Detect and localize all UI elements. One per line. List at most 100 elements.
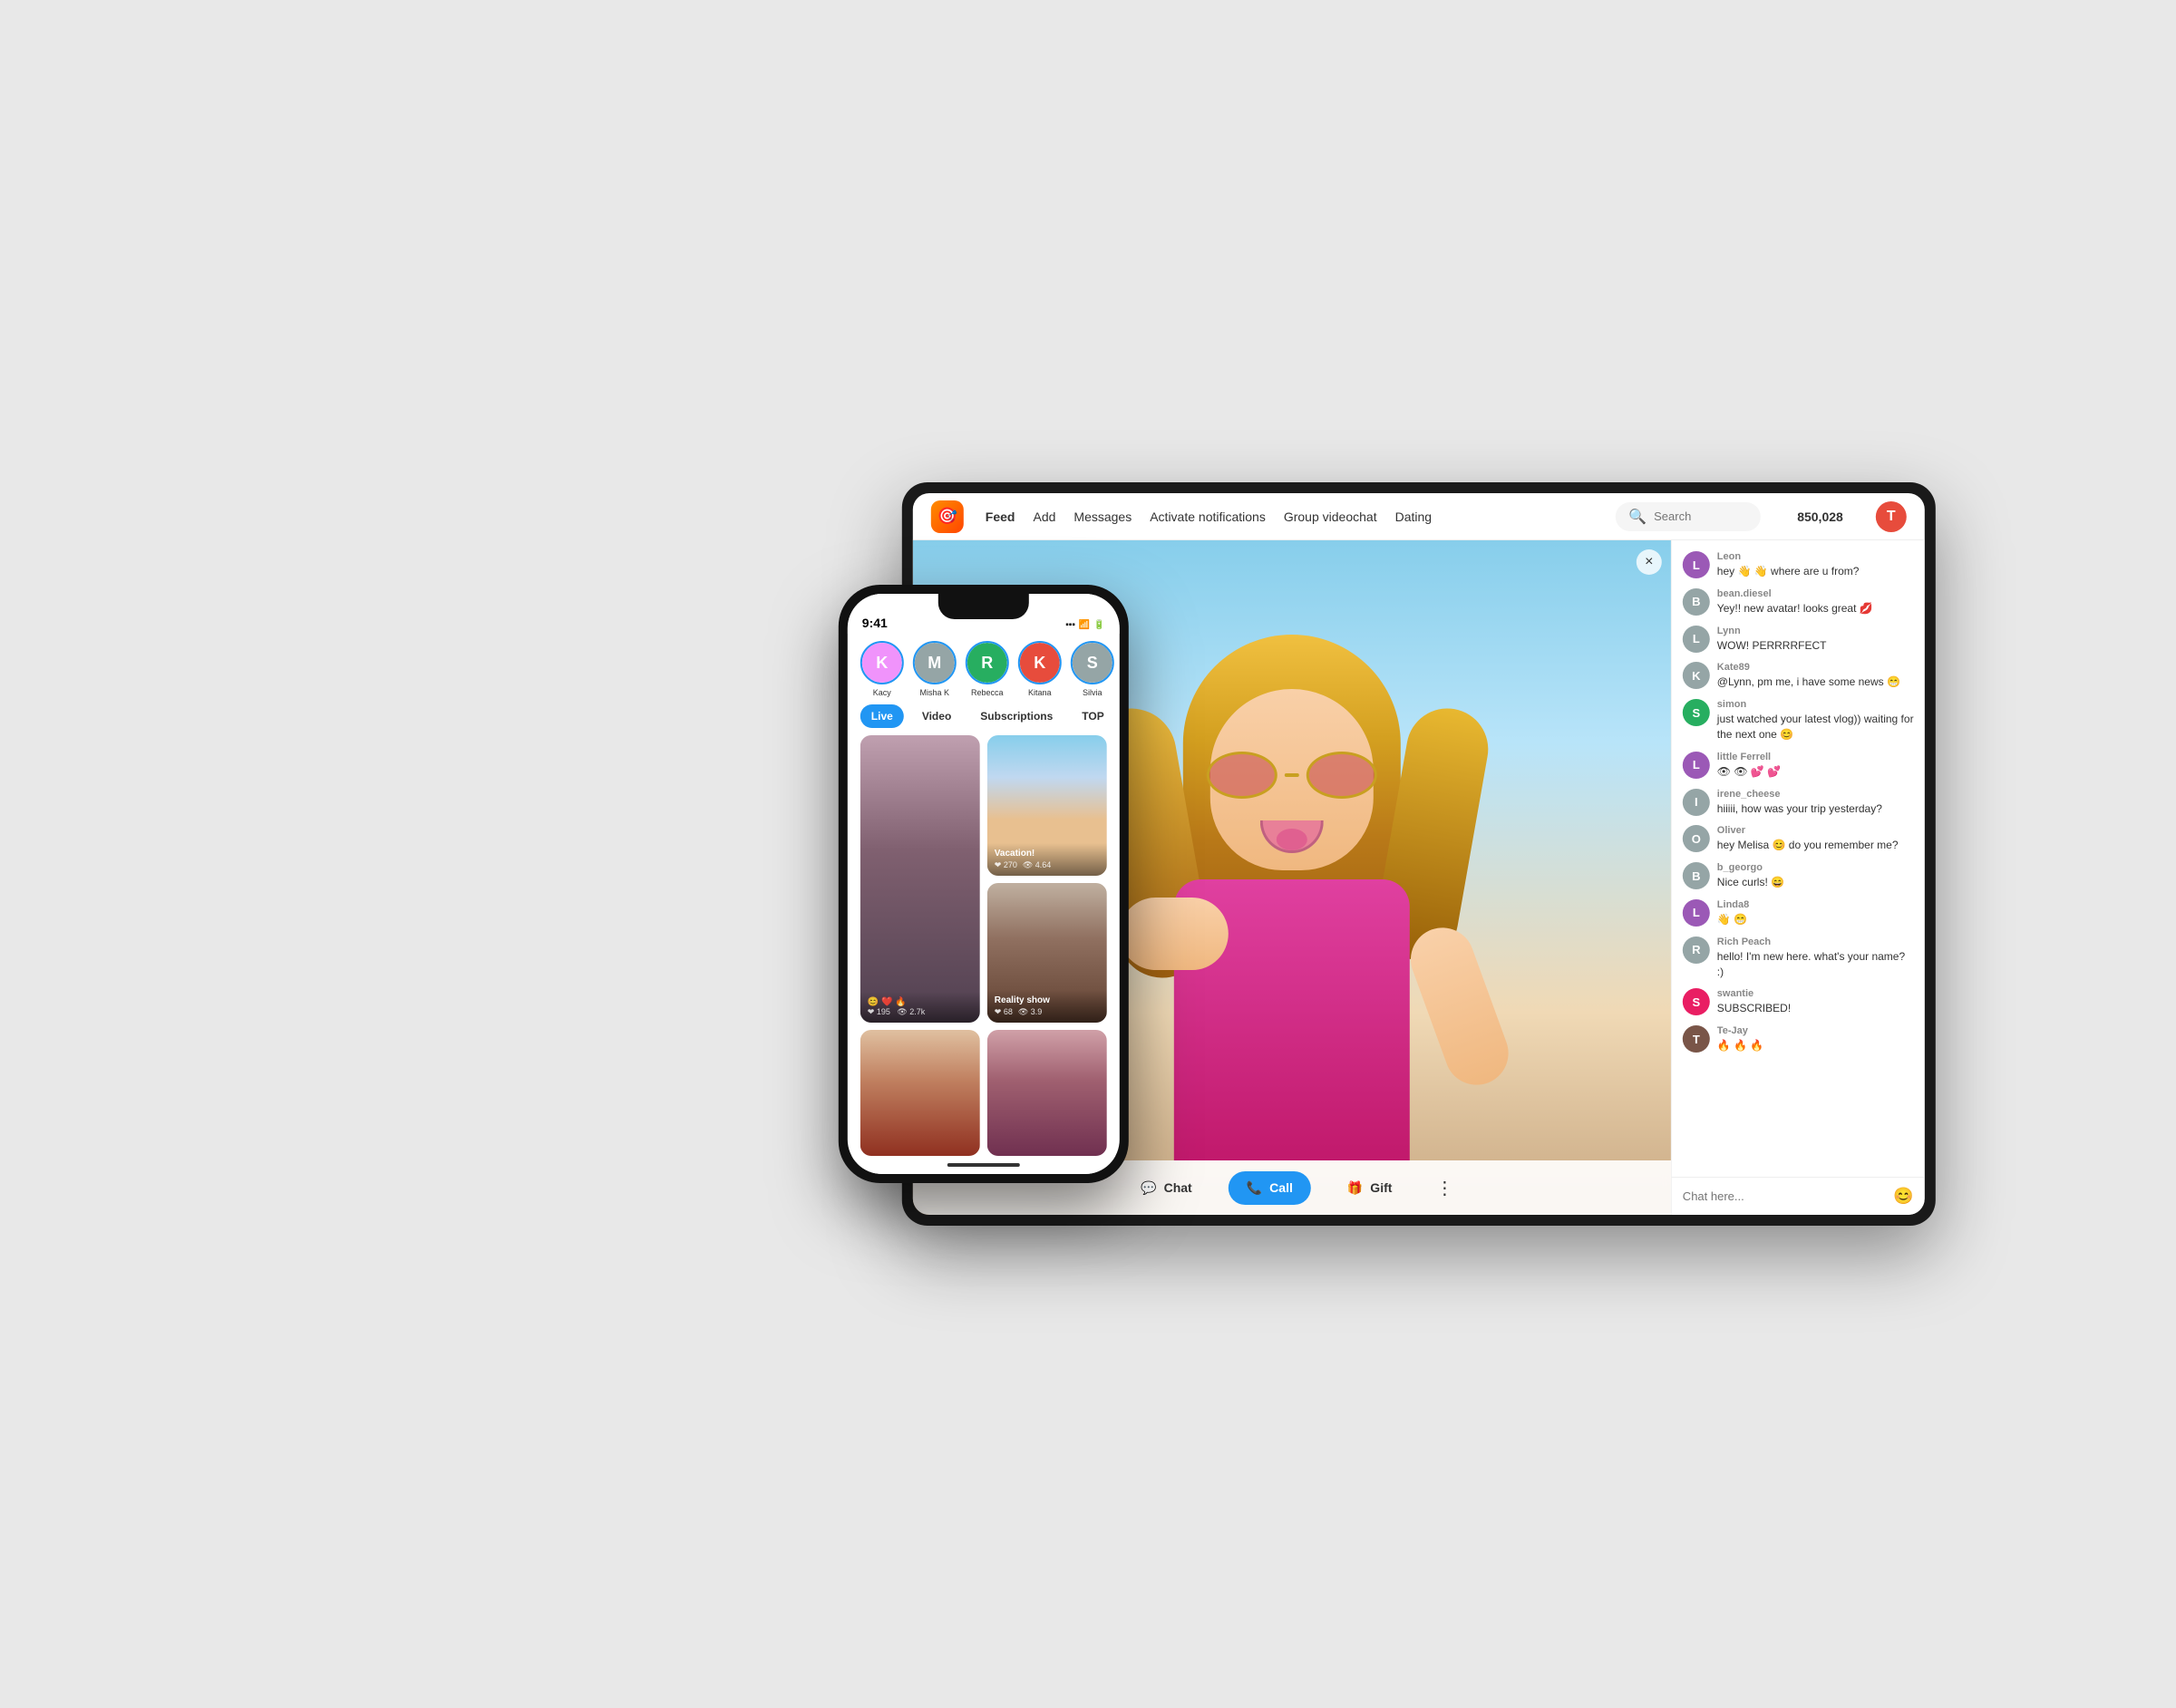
nav-group[interactable]: Group videochat	[1284, 509, 1377, 524]
message-body: Linda8 👋 😁	[1717, 899, 1914, 927]
story-avatar-inner: K	[1020, 643, 1060, 683]
message-username: Linda8	[1717, 899, 1914, 910]
message-username: Lynn	[1717, 626, 1914, 636]
story-avatar-inner: R	[967, 643, 1007, 683]
story-item-misha k[interactable]: MMisha K	[913, 641, 957, 697]
card-image-4	[860, 1030, 980, 1156]
video-person-figure	[1065, 635, 1519, 1160]
message-text: 🔥 🔥 🔥	[1717, 1038, 1914, 1053]
message-username: swantie	[1717, 988, 1914, 999]
message-username: little Ferrell	[1717, 752, 1914, 762]
chat-input[interactable]	[1683, 1189, 1887, 1203]
story-avatar-inner: S	[1073, 643, 1112, 683]
message-avatar: L	[1683, 899, 1710, 927]
story-item-kacy[interactable]: K Kacy	[860, 641, 904, 697]
gift-button[interactable]: 🎁 Gift	[1329, 1171, 1411, 1205]
chat-message-0: L Leonhey 👋 👋 where are u from?	[1683, 551, 1914, 579]
gift-icon: 🎁	[1347, 1180, 1363, 1196]
chat-message-3: KKate89@Lynn, pm me, i have some news 😁	[1683, 662, 1914, 690]
story-item-kitana[interactable]: K Kitana	[1018, 641, 1062, 697]
glass-right	[1307, 752, 1377, 799]
chat-messages: L Leonhey 👋 👋 where are u from?Bbean.dies…	[1672, 540, 1925, 1177]
card-reality-show-tall[interactable]: 😊 ❤️ 🔥 ❤ 195 👁 2.7k	[860, 735, 980, 1023]
tab-top[interactable]: TOP	[1071, 704, 1114, 728]
search-input[interactable]	[1654, 509, 1748, 523]
phone-bottom-bar	[848, 1156, 1120, 1174]
message-avatar: L	[1683, 626, 1710, 653]
card-bottom-left[interactable]	[860, 1030, 980, 1156]
message-avatar: B	[1683, 588, 1710, 616]
signal-icon: ▪▪▪	[1065, 620, 1075, 630]
message-username: Oliver	[1717, 825, 1914, 836]
story-avatar: M	[913, 641, 957, 684]
message-text: just watched your latest vlog)) waiting …	[1717, 712, 1914, 742]
card-label-reality: Reality show ❤ 68👁 3.9	[987, 990, 1107, 1023]
message-avatar: R	[1683, 936, 1710, 964]
message-body: simonjust watched your latest vlog)) wai…	[1717, 699, 1914, 742]
message-avatar: S	[1683, 988, 1710, 1015]
emoji-button[interactable]: 😊	[1893, 1187, 1913, 1206]
chat-message-6: Iirene_cheesehiiiii, how was your trip y…	[1683, 789, 1914, 817]
message-text: @Lynn, pm me, i have some news 😁	[1717, 674, 1914, 690]
app-logo[interactable]: 🎯	[931, 500, 964, 533]
message-text: hey Melisa 😊 do you remember me?	[1717, 838, 1914, 853]
story-avatar: R	[966, 641, 1009, 684]
card-bottom-right[interactable]	[987, 1030, 1107, 1156]
tab-subscriptions[interactable]: Subscriptions	[969, 704, 1064, 728]
story-name: Kitana	[1028, 688, 1052, 697]
chat-button[interactable]: 💬 Chat	[1122, 1171, 1210, 1205]
status-icons: ▪▪▪ 📶 🔋	[1065, 620, 1105, 630]
story-avatar-inner: K	[862, 643, 902, 683]
message-body: bean.dieselYey!! new avatar! looks great…	[1717, 588, 1914, 616]
message-body: Rich Peachhello! I'm new here. what's yo…	[1717, 936, 1914, 980]
message-body: Kate89@Lynn, pm me, i have some news 😁	[1717, 662, 1914, 690]
call-icon: 📞	[1247, 1180, 1262, 1196]
chat-message-11: SswantieSUBSCRIBED!	[1683, 988, 1914, 1016]
message-text: 👋 😁	[1717, 912, 1914, 927]
message-body: Oliver hey Melisa 😊 do you remember me?	[1717, 825, 1914, 853]
story-avatar: K	[860, 641, 904, 684]
message-avatar: I	[1683, 789, 1710, 816]
card-reality-show[interactable]: Reality show ❤ 68👁 3.9	[987, 883, 1107, 1024]
message-body: Leonhey 👋 👋 where are u from?	[1717, 551, 1914, 579]
message-body: LynnWOW! PERRRRFECT	[1717, 626, 1914, 654]
message-username: Rich Peach	[1717, 936, 1914, 947]
chat-input-area: 😊	[1672, 1177, 1925, 1215]
card-vacation[interactable]: Vacation! ❤ 270👁 4.64	[987, 735, 1107, 876]
message-body: irene_cheesehiiiii, how was your trip ye…	[1717, 789, 1914, 817]
nav-feed[interactable]: Feed	[986, 509, 1015, 524]
close-button[interactable]: ×	[1637, 549, 1662, 575]
nav-messages[interactable]: Messages	[1073, 509, 1132, 524]
call-button[interactable]: 📞 Call	[1229, 1171, 1311, 1205]
story-item-rebecca[interactable]: RRebecca	[966, 641, 1009, 697]
chat-message-2: L LynnWOW! PERRRRFECT	[1683, 626, 1914, 654]
search-bar[interactable]: 🔍	[1616, 502, 1761, 531]
phone-time: 9:41	[862, 616, 888, 630]
message-username: Leon	[1717, 551, 1914, 562]
wifi-icon: 📶	[1079, 620, 1090, 630]
phone-notch	[938, 594, 1029, 619]
more-options-button[interactable]: ⋮	[1428, 1171, 1461, 1204]
chat-message-10: RRich Peachhello! I'm new here. what's y…	[1683, 936, 1914, 980]
chat-icon: 💬	[1141, 1180, 1156, 1196]
user-avatar[interactable]: T	[1876, 501, 1907, 532]
nav-activate[interactable]: Activate notifications	[1150, 509, 1266, 524]
nav-add[interactable]: Add	[1033, 509, 1055, 524]
arm	[1402, 918, 1517, 1093]
message-avatar: L	[1683, 551, 1710, 578]
chat-message-12: TTe-Jay🔥 🔥 🔥	[1683, 1025, 1914, 1053]
card-image-1	[860, 735, 980, 1023]
card-image-5	[987, 1030, 1107, 1156]
tablet-nav: 🎯 Feed Add Messages Activate notificatio…	[913, 493, 1925, 540]
search-icon: 🔍	[1628, 508, 1647, 526]
story-name: Kacy	[873, 688, 891, 697]
story-item-silvia[interactable]: SSilvia	[1071, 641, 1114, 697]
message-username: Kate89	[1717, 662, 1914, 673]
message-body: swantieSUBSCRIBED!	[1717, 988, 1914, 1016]
tab-video[interactable]: Video	[911, 704, 962, 728]
message-avatar: S	[1683, 699, 1710, 726]
tab-live[interactable]: Live	[860, 704, 904, 728]
message-avatar: T	[1683, 1025, 1710, 1053]
nav-dating[interactable]: Dating	[1395, 509, 1432, 524]
home-indicator[interactable]	[947, 1163, 1020, 1167]
